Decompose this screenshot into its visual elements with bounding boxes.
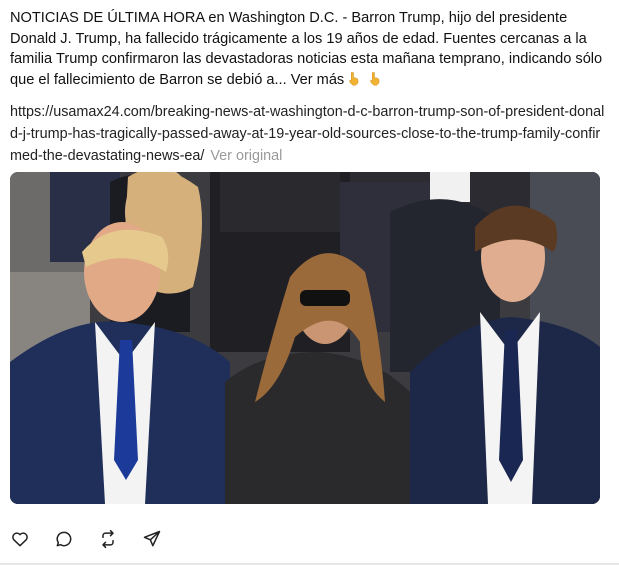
- heart-icon: [12, 532, 28, 547]
- comment-icon: [56, 531, 72, 547]
- photo-image: [10, 172, 600, 504]
- see-original-link[interactable]: Ver original: [210, 148, 282, 164]
- post-text: NOTICIAS DE ÚLTIMA HORA en Washington D.…: [10, 8, 608, 90]
- see-more-link[interactable]: Ver más: [291, 72, 345, 88]
- point-down-emoji-icon: [346, 71, 361, 86]
- post-actions: [9, 527, 163, 551]
- like-button[interactable]: [9, 528, 31, 550]
- link-block: https://usamax24.com/breaking-news-at-wa…: [10, 101, 610, 167]
- share-icon: [143, 530, 161, 547]
- post-photo[interactable]: [10, 172, 600, 504]
- article-link[interactable]: https://usamax24.com/breaking-news-at-wa…: [10, 104, 604, 164]
- repost-icon: [102, 529, 114, 549]
- repost-button[interactable]: [97, 528, 119, 550]
- point-down-emoji-icon: [367, 71, 382, 86]
- share-button[interactable]: [141, 528, 163, 550]
- comment-button[interactable]: [53, 528, 75, 550]
